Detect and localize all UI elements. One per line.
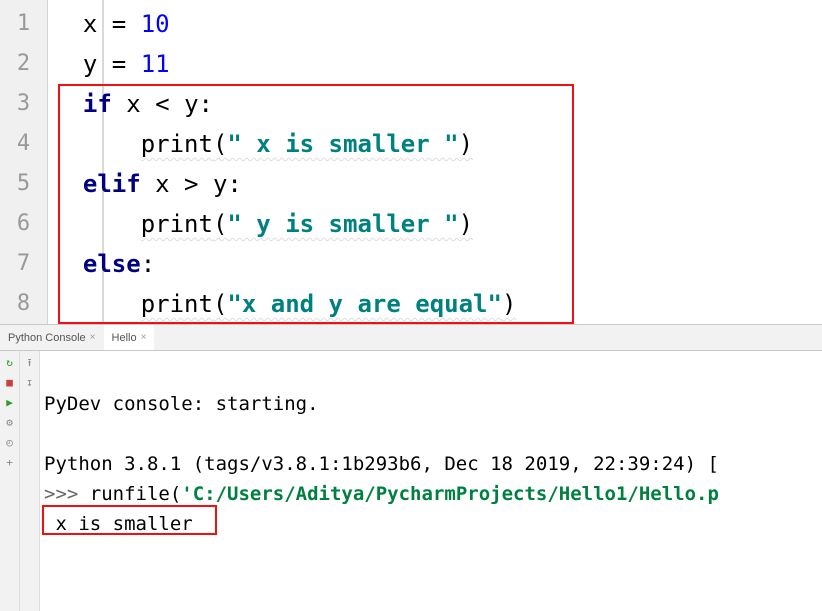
console-line-start: PyDev console: starting. (44, 393, 319, 415)
code-line[interactable]: elif x > y: (54, 164, 822, 204)
console-tabs: Python Console × Hello × (0, 325, 822, 351)
soft-wrap-icon[interactable]: ↧ (23, 375, 37, 389)
stop-icon[interactable]: ■ (3, 375, 17, 389)
code-line[interactable]: print("x and y are equal") (54, 284, 822, 324)
console-output[interactable]: PyDev console: starting. Python 3.8.1 (t… (40, 351, 822, 611)
line-number: 3 (0, 84, 47, 124)
line-number: 7 (0, 244, 47, 284)
line-number: 4 (0, 124, 47, 164)
console-toolbar-col2: ⭱ ↧ (20, 351, 40, 611)
console-program-output: x is smaller (44, 513, 204, 535)
play-icon[interactable]: ▶ (3, 395, 17, 409)
tab-label: Hello (112, 332, 137, 344)
code-line[interactable]: else: (54, 244, 822, 284)
new-console-icon[interactable]: + (3, 455, 17, 469)
close-icon[interactable]: × (90, 332, 96, 343)
rerun-icon[interactable]: ↻ (3, 355, 17, 369)
console-wrap: ↻ ■ ▶ ⚙ ◴ + ⭱ ↧ PyDev console: starting.… (0, 351, 822, 611)
line-number: 5 (0, 164, 47, 204)
runfile-path: 'C:/Users/Aditya/PycharmProjects/Hello1/… (181, 483, 719, 505)
line-number: 6 (0, 204, 47, 244)
console-line-version: Python 3.8.1 (tags/v3.8.1:1b293b6, Dec 1… (44, 453, 719, 475)
line-number-gutter: 12345678 (0, 0, 48, 324)
tab-python-console[interactable]: Python Console × (0, 325, 104, 350)
code-line[interactable]: x = 10 (54, 4, 822, 44)
console-prompt: >>> (44, 483, 90, 505)
tab-label: Python Console (8, 332, 86, 344)
scroll-top-icon[interactable]: ⭱ (23, 355, 37, 369)
runfile-call: runfile( (90, 483, 182, 505)
code-area[interactable]: x = 10 y = 11 if x < y: print(" x is sma… (48, 0, 822, 324)
code-line[interactable]: print(" x is smaller ") (54, 124, 822, 164)
code-line[interactable]: print(" y is smaller ") (54, 204, 822, 244)
line-number: 2 (0, 44, 47, 84)
tab-hello[interactable]: Hello × (104, 325, 155, 350)
close-icon[interactable]: × (141, 332, 147, 343)
history-icon[interactable]: ◴ (3, 435, 17, 449)
line-number: 1 (0, 4, 47, 44)
editor-pane: 12345678 x = 10 y = 11 if x < y: print("… (0, 0, 822, 324)
code-line[interactable]: if x < y: (54, 84, 822, 124)
settings-icon[interactable]: ⚙ (3, 415, 17, 429)
line-number: 8 (0, 284, 47, 324)
code-line[interactable]: y = 11 (54, 44, 822, 84)
console-toolbar-col1: ↻ ■ ▶ ⚙ ◴ + (0, 351, 20, 611)
